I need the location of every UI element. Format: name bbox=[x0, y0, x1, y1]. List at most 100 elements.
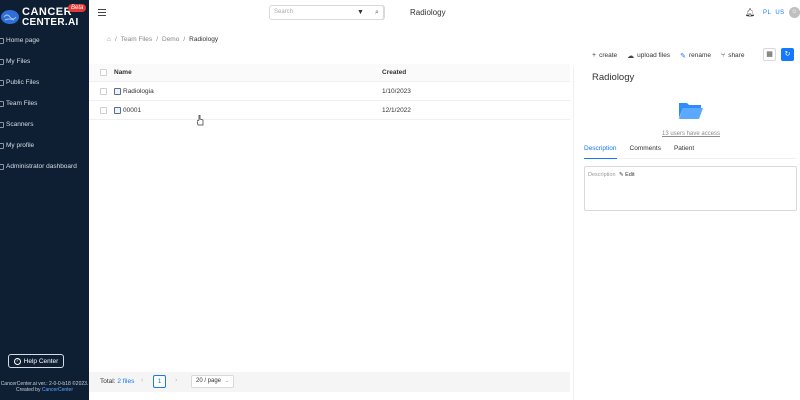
row-checkbox[interactable] bbox=[100, 87, 107, 95]
description-label: Description bbox=[588, 172, 616, 178]
refresh-icon: ↻ bbox=[784, 51, 791, 58]
toolbar: + create ☁ upload files ✎ rename ⑂ share bbox=[592, 49, 754, 62]
upload-label: upload files bbox=[637, 52, 671, 59]
search-button[interactable]: ⌕ bbox=[371, 5, 384, 20]
search-placeholder: Search bbox=[274, 9, 294, 15]
breadcrumb-current: Radiology bbox=[189, 36, 219, 43]
help-center-label: Help Center bbox=[23, 357, 59, 365]
description-box: Description ✎ Edit bbox=[584, 166, 797, 211]
next-page-icon[interactable]: › bbox=[175, 377, 177, 384]
breadcrumb: ⌂ / Team Files / Demo / Radiology bbox=[107, 36, 219, 43]
refresh-button[interactable]: ↻ bbox=[781, 48, 794, 61]
chevron-down-icon: ⌄ bbox=[224, 378, 229, 384]
scanner-icon bbox=[0, 121, 4, 128]
create-label: create bbox=[599, 52, 618, 59]
file-name: Radiologia bbox=[123, 87, 154, 95]
create-button[interactable]: + create bbox=[592, 52, 617, 59]
user-icon bbox=[0, 142, 4, 149]
version-info: CancerCenter.ai ver.: 2-0-0-b18 ©2023. C… bbox=[0, 381, 89, 393]
plus-icon: + bbox=[592, 52, 597, 59]
upload-files-button[interactable]: ☁ upload files bbox=[627, 52, 670, 60]
panel-tabs: Description Comments Patient bbox=[584, 145, 796, 159]
beta-badge: Beta bbox=[68, 4, 87, 12]
file-name: 00001 bbox=[123, 106, 142, 114]
total-count: Total: 2 files bbox=[100, 378, 134, 385]
bell-icon[interactable]: 🔔︎ bbox=[745, 8, 755, 17]
page-number-button[interactable]: 1 bbox=[153, 375, 166, 388]
select-all-checkbox[interactable] bbox=[100, 69, 107, 76]
folder-icon bbox=[114, 87, 121, 95]
edit-description-button[interactable]: ✎ Edit bbox=[619, 172, 635, 178]
grid-view-button[interactable]: ▦ bbox=[763, 48, 776, 61]
sidebar-item-label: My profile bbox=[6, 142, 35, 149]
breadcrumb-item[interactable]: Team Files bbox=[121, 36, 152, 43]
total-prefix: Total: bbox=[100, 378, 116, 385]
rename-button[interactable]: ✎ rename bbox=[680, 52, 711, 60]
share-label: share bbox=[728, 52, 745, 59]
team-icon bbox=[0, 100, 4, 107]
mouse-cursor-icon bbox=[197, 115, 204, 126]
pencil-icon: ✎ bbox=[680, 52, 686, 60]
file-icon bbox=[0, 58, 4, 65]
tab-description[interactable]: Description bbox=[584, 145, 617, 159]
tab-comments[interactable]: Comments bbox=[630, 145, 661, 159]
created-cell: 1/10/2023 bbox=[382, 87, 411, 95]
grid-icon: ▦ bbox=[766, 51, 773, 58]
sidebar-item-label: Public Files bbox=[6, 79, 40, 86]
created-by-link[interactable]: CancerCenter bbox=[42, 387, 73, 393]
file-name-cell[interactable]: 00001 bbox=[114, 106, 142, 114]
previous-page-icon[interactable]: ‹ bbox=[141, 377, 143, 384]
page-title: Radiology bbox=[410, 8, 446, 17]
page-size-select[interactable]: 20 / page ⌄ bbox=[191, 375, 234, 388]
sidebar-item-public-files[interactable]: Public Files bbox=[0, 72, 89, 93]
share-button[interactable]: ⑂ share bbox=[721, 52, 744, 59]
sidebar-item-my-files[interactable]: My Files bbox=[0, 51, 89, 72]
home-icon[interactable]: ⌂ bbox=[107, 36, 111, 43]
cloud-upload-icon: ☁ bbox=[627, 52, 635, 60]
sidebar-nav: Home page My Files Public Files Team Fil… bbox=[0, 30, 89, 177]
rename-label: rename bbox=[688, 52, 711, 59]
row-checkbox[interactable] bbox=[100, 106, 107, 114]
page-size-value: 20 / page bbox=[196, 378, 222, 384]
column-created-header[interactable]: Created bbox=[382, 69, 406, 76]
column-name-header[interactable]: Name bbox=[114, 69, 132, 76]
lang-us-link[interactable]: US bbox=[775, 10, 784, 16]
folder-icon bbox=[114, 106, 121, 114]
file-name-cell[interactable]: Radiologia bbox=[114, 87, 154, 95]
sidebar-item-label: My Files bbox=[6, 58, 31, 65]
language-switch: PL US bbox=[763, 10, 789, 16]
created-by: Created by CancerCenter bbox=[0, 387, 89, 393]
table-row[interactable]: Radiologia 1/10/2023 bbox=[89, 82, 570, 101]
dashboard-icon bbox=[0, 163, 4, 170]
brand-logo[interactable]: CANCER CENTER.AI Beta bbox=[0, 4, 89, 28]
pencil-icon: ✎ bbox=[619, 172, 624, 178]
breadcrumb-item[interactable]: Demo bbox=[162, 36, 179, 43]
edit-label: Edit bbox=[625, 172, 635, 178]
avatar[interactable]: ☺ bbox=[789, 7, 800, 18]
sidebar-item-my-profile[interactable]: My profile bbox=[0, 135, 89, 156]
brain-icon bbox=[1, 10, 19, 24]
sidebar-item-team-files[interactable]: Team Files bbox=[0, 93, 89, 114]
sidebar: CANCER CENTER.AI Beta Home page My Files… bbox=[0, 0, 89, 400]
table-row[interactable]: 00001 12/1/2022 bbox=[89, 101, 570, 120]
details-panel: Radiology 13 users have access Descripti… bbox=[573, 67, 800, 400]
folder-open-icon bbox=[679, 103, 703, 119]
lang-pl-link[interactable]: PL bbox=[763, 10, 771, 16]
panel-title: Radiology bbox=[592, 72, 635, 83]
top-bar: Search ▼ ⌕ Radiology 🔔︎ PL US ☺ bbox=[89, 0, 800, 28]
sidebar-item-home[interactable]: Home page bbox=[0, 30, 89, 51]
filter-icon[interactable]: ▼ bbox=[357, 9, 364, 16]
table-footer: Total: 2 files ‹ 1 › 20 / page ⌄ bbox=[89, 372, 570, 392]
users-access-link[interactable]: 13 users have access bbox=[662, 131, 720, 137]
sidebar-item-admin-dashboard[interactable]: Administrator dashboard bbox=[0, 156, 89, 177]
question-icon: ? bbox=[13, 357, 21, 365]
sidebar-item-scanners[interactable]: Scanners bbox=[0, 114, 89, 135]
sidebar-item-label: Team Files bbox=[6, 100, 38, 107]
help-center-button[interactable]: ? Help Center bbox=[8, 354, 64, 368]
search-input[interactable]: Search ▼ bbox=[269, 5, 385, 20]
share-icon: ⑂ bbox=[720, 52, 726, 59]
sidebar-item-label: Home page bbox=[6, 37, 40, 44]
tab-patient[interactable]: Patient bbox=[674, 145, 694, 159]
menu-icon[interactable] bbox=[98, 9, 106, 16]
app-root: CANCER CENTER.AI Beta Home page My Files… bbox=[0, 0, 800, 400]
